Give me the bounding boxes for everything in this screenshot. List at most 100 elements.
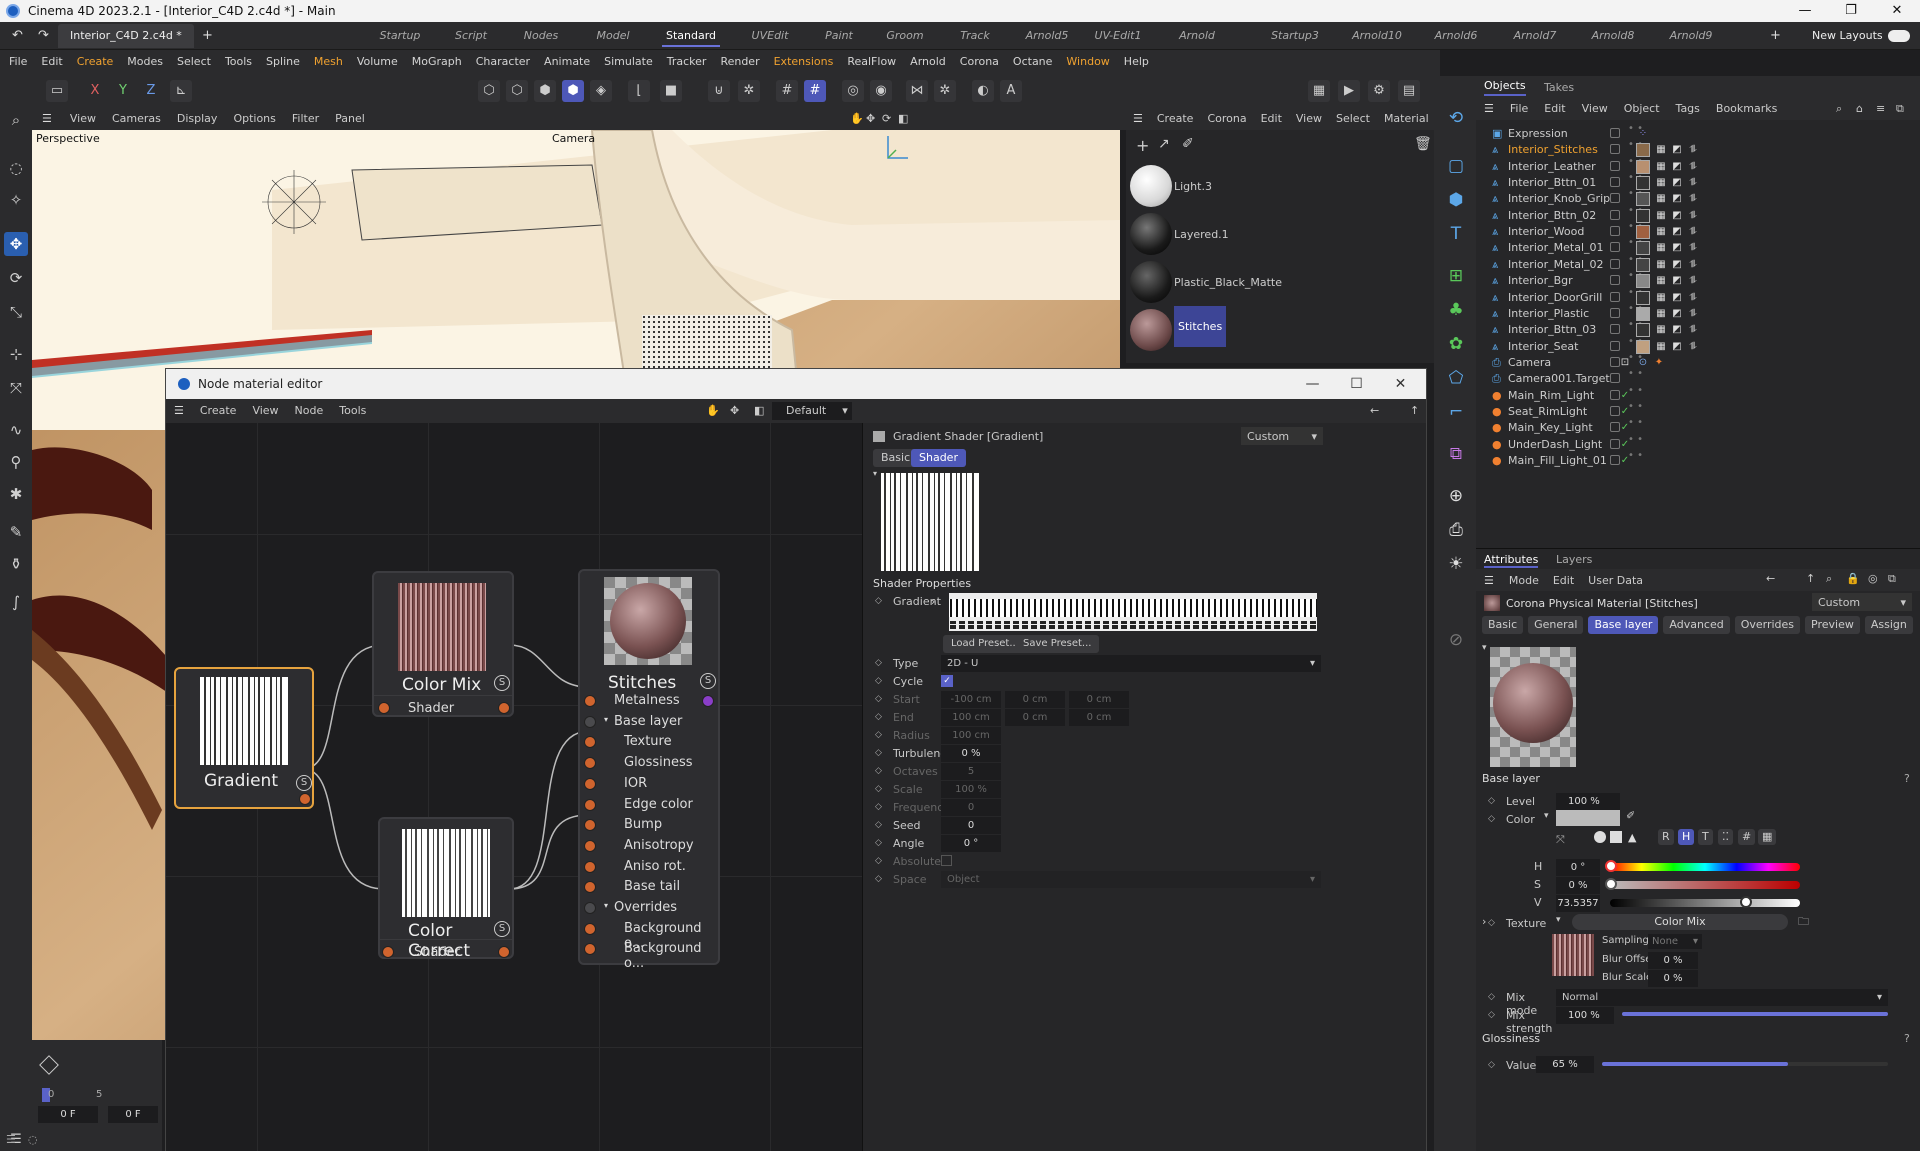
stitches-input-port[interactable] bbox=[584, 860, 596, 873]
phong-tag-icon[interactable]: ◩ bbox=[1670, 291, 1684, 305]
color-correct-input-port[interactable] bbox=[382, 946, 394, 958]
menu-render[interactable]: Render bbox=[713, 50, 766, 74]
value-field[interactable]: 73.5357 % bbox=[1556, 895, 1600, 912]
gradient-output-port[interactable] bbox=[299, 793, 311, 805]
coordinate-system-icon[interactable]: ⊾ bbox=[170, 80, 192, 102]
start-x-field[interactable]: -100 cm bbox=[941, 691, 1001, 708]
material-menu-edit[interactable]: Edit bbox=[1254, 108, 1289, 130]
menu-tracker[interactable]: Tracker bbox=[660, 50, 714, 74]
stitches-input-port[interactable] bbox=[584, 715, 596, 728]
node-editor-minimize-icon[interactable]: — bbox=[1290, 369, 1335, 399]
lock-icon[interactable]: 🔒 bbox=[1846, 572, 1860, 585]
menu-animate[interactable]: Animate bbox=[537, 50, 597, 74]
swatches-mode-button[interactable]: ▦ bbox=[1758, 829, 1777, 845]
viewport-menu-options[interactable]: Options bbox=[225, 108, 283, 130]
selection-tag-icon[interactable]: ⥮ bbox=[1686, 241, 1700, 255]
attr-menu-mode[interactable]: Mode bbox=[1502, 574, 1546, 587]
menu-window[interactable]: Window bbox=[1059, 50, 1116, 74]
cube-icon[interactable]: ▢ bbox=[1442, 152, 1470, 180]
model-mode-icon[interactable]: ⬢ bbox=[562, 80, 584, 102]
lasso-icon[interactable]: ∿ bbox=[4, 418, 28, 442]
up-arrow-icon[interactable]: ↑ bbox=[1402, 399, 1427, 423]
collapse-chevron-icon[interactable]: ▾ bbox=[1482, 643, 1487, 653]
material-menu-material[interactable]: Material bbox=[1377, 108, 1436, 130]
chevron-down-icon[interactable]: ▾ bbox=[604, 715, 608, 724]
end-x-field[interactable]: 100 cm bbox=[941, 709, 1001, 726]
chevron-right-icon[interactable]: › bbox=[1482, 915, 1486, 928]
attr-tab-advanced[interactable]: Advanced bbox=[1663, 616, 1730, 634]
primitive-cube-icon[interactable]: ⬢ bbox=[1442, 186, 1470, 214]
pan-icon[interactable]: ✋ bbox=[850, 108, 864, 130]
layout-tab-groom[interactable]: Groom bbox=[870, 22, 940, 50]
uvw-tag-icon[interactable]: ▦ bbox=[1654, 307, 1668, 321]
rotate-icon[interactable]: ⟳ bbox=[4, 266, 28, 290]
color-wheel-icon[interactable] bbox=[1594, 831, 1606, 843]
edges-mode-icon[interactable]: ⬡ bbox=[506, 80, 528, 102]
hsv-mode-button[interactable]: H bbox=[1678, 829, 1695, 845]
end-y-field[interactable]: 0 cm bbox=[1005, 709, 1065, 726]
close-icon[interactable]: ✕ bbox=[1874, 0, 1920, 22]
absolute-checkbox[interactable] bbox=[941, 855, 952, 866]
frame-all-icon[interactable]: ◧ bbox=[746, 399, 772, 423]
stitches-input-port[interactable] bbox=[584, 819, 596, 832]
tab-takes[interactable]: Takes bbox=[1544, 81, 1574, 94]
material-menu-select[interactable]: Select bbox=[1329, 108, 1377, 130]
uvw-tag-icon[interactable]: ▦ bbox=[1654, 258, 1668, 272]
layout-tab-arnold6[interactable]: Arnold6 bbox=[1421, 22, 1491, 50]
end-z-field[interactable]: 0 cm bbox=[1069, 709, 1129, 726]
object-menu-view[interactable]: View bbox=[1574, 98, 1616, 120]
layout-tab-arnold5[interactable]: Arnold5 bbox=[1012, 22, 1082, 50]
volume-icon[interactable]: ⧉ bbox=[1442, 440, 1470, 468]
menu-create[interactable]: Create bbox=[70, 50, 121, 74]
material-item[interactable]: Plastic_Black_Matte bbox=[1126, 258, 1282, 306]
gradient-node[interactable]: Gradient S bbox=[174, 667, 314, 809]
help-icon[interactable]: ? bbox=[1904, 1032, 1910, 1045]
layout-tab-arnold9[interactable]: Arnold9 bbox=[1656, 22, 1726, 50]
layout-tab-paint[interactable]: Paint bbox=[804, 22, 874, 50]
object-menu-edit[interactable]: Edit bbox=[1536, 98, 1573, 120]
menu-simulate[interactable]: Simulate bbox=[597, 50, 660, 74]
attr-tab-base-layer[interactable]: Base layer bbox=[1588, 616, 1659, 634]
cycle-checkbox[interactable]: ✓ bbox=[941, 675, 953, 687]
scale-icon[interactable]: ⤡ bbox=[4, 300, 28, 324]
help-icon[interactable]: ? bbox=[1904, 772, 1910, 785]
mix-mode-dropdown[interactable]: Normal ▾ bbox=[1556, 989, 1888, 1006]
uvw-tag-icon[interactable]: ▦ bbox=[1654, 340, 1668, 354]
frequency-field[interactable]: 0 bbox=[941, 799, 1001, 816]
snap-target-icon[interactable]: ◉ bbox=[870, 80, 892, 102]
end-frame-field[interactable]: 0 F bbox=[108, 1106, 158, 1123]
menu-file[interactable]: File bbox=[2, 50, 34, 74]
attr-tab-preview[interactable]: Preview bbox=[1805, 616, 1860, 634]
attr-menu-edit[interactable]: Edit bbox=[1546, 574, 1581, 587]
layer-toggle[interactable] bbox=[1610, 209, 1620, 220]
node-menu-view[interactable]: View bbox=[244, 399, 286, 423]
phong-tag-icon[interactable]: ◩ bbox=[1670, 225, 1684, 239]
saturation-slider-handle[interactable] bbox=[1605, 878, 1617, 890]
attr-menu-user-data[interactable]: User Data bbox=[1581, 574, 1650, 587]
menu-realflow[interactable]: RealFlow bbox=[840, 50, 903, 74]
edit-material-icon[interactable]: ✐ bbox=[1182, 136, 1194, 152]
saturation-slider[interactable] bbox=[1610, 881, 1800, 889]
uvw-tag-icon[interactable]: ▦ bbox=[1654, 160, 1668, 174]
up-arrow-icon[interactable]: ↑ bbox=[1806, 572, 1815, 585]
menu-edit[interactable]: Edit bbox=[34, 50, 69, 74]
viewport-menu-view[interactable]: View bbox=[62, 108, 104, 130]
axis-mode-icon[interactable]: ⌊ bbox=[628, 80, 650, 102]
keyframe-icon[interactable] bbox=[39, 1055, 59, 1075]
interactive-render-icon[interactable]: ▤ bbox=[1398, 80, 1420, 102]
rgb-mode-button[interactable]: R bbox=[1658, 829, 1674, 845]
space-dropdown[interactable]: Object ▾ bbox=[941, 871, 1321, 888]
eyedropper-icon[interactable]: ✐ bbox=[1626, 809, 1635, 822]
selection-tag-icon[interactable]: ⥮ bbox=[1686, 291, 1700, 305]
layout-tab-nodes[interactable]: Nodes bbox=[506, 22, 576, 50]
material-item-selected[interactable]: Stitches bbox=[1126, 306, 1227, 354]
selection-tag-icon[interactable]: ⥮ bbox=[1686, 323, 1700, 337]
menu-character[interactable]: Character bbox=[469, 50, 537, 74]
paint-tool-icon[interactable]: ⊘ bbox=[1442, 626, 1470, 654]
new-layouts-toggle[interactable] bbox=[1888, 30, 1910, 42]
attr-hamburger-icon[interactable]: ☰ bbox=[1476, 574, 1502, 587]
turbulence-field[interactable]: 0 % bbox=[941, 745, 1001, 762]
phong-tag-icon[interactable]: ◩ bbox=[1670, 323, 1684, 337]
layer-toggle[interactable] bbox=[1610, 160, 1620, 171]
cloner-icon[interactable]: ♣ bbox=[1442, 296, 1470, 324]
